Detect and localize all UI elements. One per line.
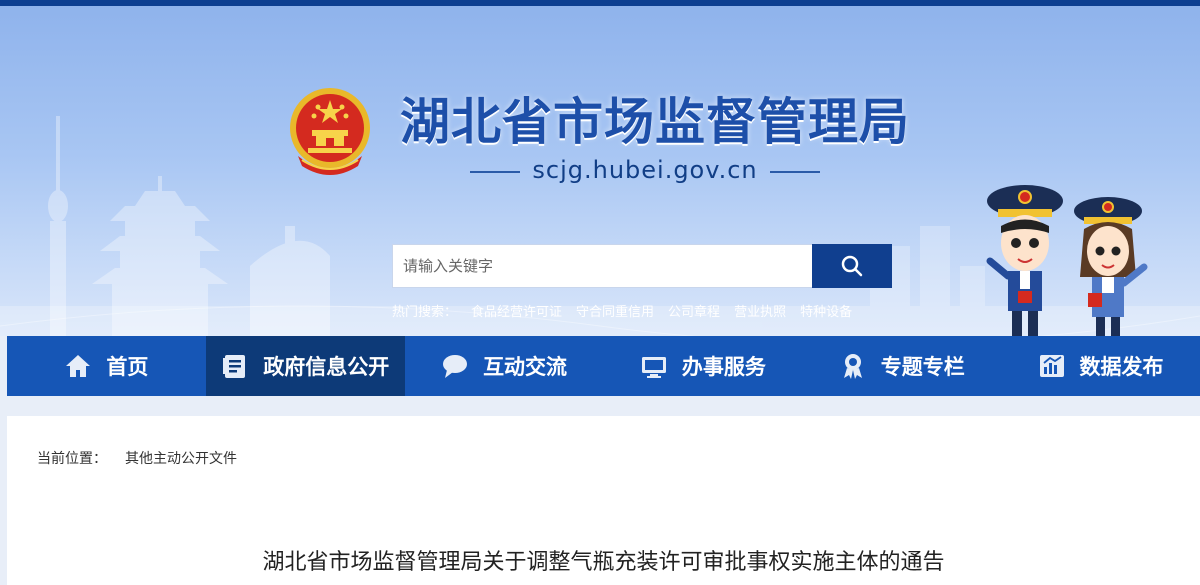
nav-item-gov-info[interactable]: 政府信息公开 xyxy=(205,336,405,396)
chart-icon xyxy=(1038,352,1066,380)
search-box xyxy=(392,244,892,288)
nav-item-interaction[interactable]: 互动交流 xyxy=(405,336,604,396)
breadcrumb: 当前位置： 其他主动公开文件 xyxy=(37,448,237,468)
nav-item-label: 办事服务 xyxy=(681,355,766,379)
content-area: 当前位置： 其他主动公开文件 湖北省市场监督管理局关于调整气瓶充装许可审批事权实施… xyxy=(7,416,1200,585)
hot-search-label: 热门搜索： xyxy=(392,305,458,320)
nav-item-label: 数据发布 xyxy=(1079,355,1164,379)
nav-item-data[interactable]: 数据发布 xyxy=(1001,336,1200,396)
nav-item-label: 互动交流 xyxy=(483,355,568,379)
domain-divider-right xyxy=(770,171,820,173)
chat-icon xyxy=(441,352,469,380)
nav-item-topics[interactable]: 专题专栏 xyxy=(802,336,1001,396)
article-title: 湖北省市场监督管理局关于调整气瓶充装许可审批事权实施主体的通告 xyxy=(262,550,945,575)
national-emblem-logo xyxy=(290,88,370,175)
search-button[interactable] xyxy=(812,244,892,288)
document-icon xyxy=(221,352,249,380)
hot-search-term[interactable]: 特种设备 xyxy=(800,301,852,320)
hot-search-term[interactable]: 营业执照 xyxy=(734,301,786,320)
site-title: 湖北省市场监督管理局 xyxy=(400,93,910,151)
main-nav: 首页 政府信息公开 互动交流 办事服务 专题专栏 数据发布 xyxy=(7,336,1200,396)
hot-search-term[interactable]: 公司章程 xyxy=(668,301,720,320)
header-banner: 湖北省市场监督管理局 scjg.hubei.gov.cn 热门搜索： 食品经营许… xyxy=(0,6,1200,336)
mascot-illustration xyxy=(986,185,1148,336)
monitor-icon xyxy=(640,352,668,380)
hot-search-term[interactable]: 食品经营许可证 xyxy=(471,301,562,320)
breadcrumb-label: 当前位置： xyxy=(37,451,107,467)
search-icon xyxy=(841,255,863,277)
nav-item-label: 专题专栏 xyxy=(880,355,965,379)
nav-item-services[interactable]: 办事服务 xyxy=(603,336,802,396)
site-domain: scjg.hubei.gov.cn xyxy=(532,156,758,184)
nav-item-label: 首页 xyxy=(106,355,149,379)
search-input[interactable] xyxy=(393,245,811,287)
ribbon-icon xyxy=(839,352,867,380)
nav-item-label: 政府信息公开 xyxy=(263,355,390,379)
breadcrumb-current[interactable]: 其他主动公开文件 xyxy=(125,451,237,467)
hot-search-term[interactable]: 守合同重信用 xyxy=(576,301,654,320)
nav-item-home[interactable]: 首页 xyxy=(7,336,206,396)
hot-search-bar: 热门搜索： 食品经营许可证 守合同重信用 公司章程 营业执照 特种设备 xyxy=(392,301,852,320)
home-icon xyxy=(64,352,92,380)
